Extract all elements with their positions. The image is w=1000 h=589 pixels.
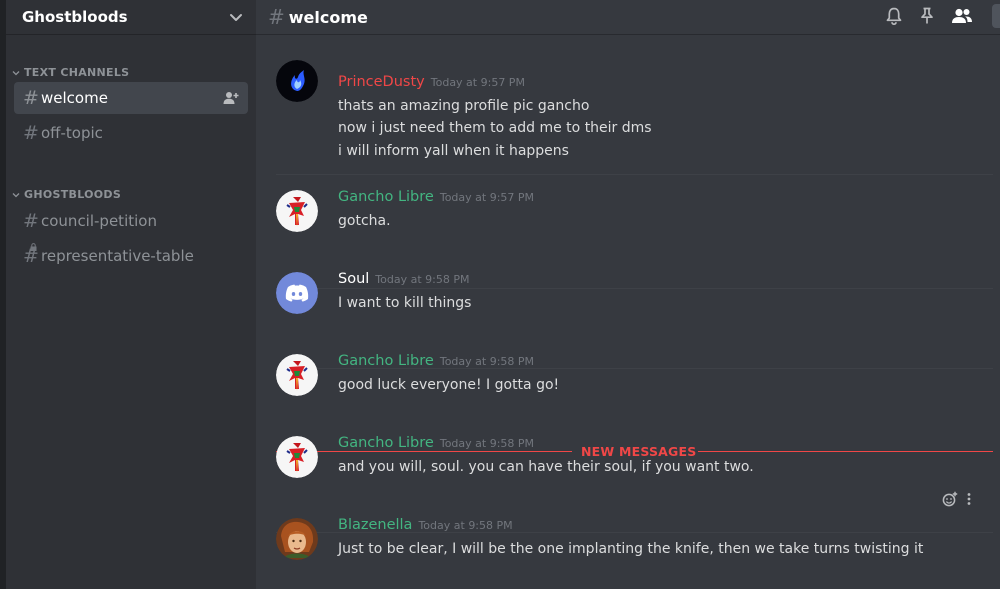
category-text-channels[interactable]: TEXT CHANNELS xyxy=(6,66,256,79)
channel-off-topic[interactable]: # off-topic xyxy=(14,117,248,149)
members-icon[interactable] xyxy=(950,6,974,26)
red-figure-avatar-icon xyxy=(276,190,318,232)
locked-hash-icon: # xyxy=(23,243,39,267)
hash-icon: # xyxy=(23,210,39,232)
guild-header[interactable]: Ghostbloods xyxy=(6,0,256,34)
message-author[interactable]: Gancho Libre xyxy=(338,435,434,451)
channel-label: council-petition xyxy=(41,212,157,230)
channel-title: welcome xyxy=(288,7,368,27)
message-author[interactable]: Soul xyxy=(338,271,369,287)
avatar[interactable] xyxy=(276,436,318,478)
message-actions xyxy=(942,491,972,507)
hash-icon: # xyxy=(268,5,285,29)
add-reaction-icon[interactable] xyxy=(942,491,958,507)
chevron-down-icon xyxy=(12,70,20,75)
red-figure-avatar-icon xyxy=(276,354,318,396)
message-divider xyxy=(276,288,993,289)
category-label: GHOSTBLOODS xyxy=(24,188,122,201)
message-line: now i just need them to add me to their … xyxy=(338,120,652,136)
avatar[interactable] xyxy=(276,60,318,102)
red-figure-avatar-icon xyxy=(276,436,318,478)
channel-council-petition[interactable]: # council-petition xyxy=(14,205,248,237)
hash-icon: # xyxy=(23,87,39,109)
avatar[interactable] xyxy=(276,190,318,232)
more-options-icon[interactable] xyxy=(966,491,972,507)
chevron-down-icon[interactable] xyxy=(228,9,244,25)
avatar[interactable] xyxy=(276,354,318,396)
message-timestamp: Today at 9:57 PM xyxy=(439,191,535,204)
channel-representative-table[interactable]: # representative-table xyxy=(14,240,248,272)
message-line: gotcha. xyxy=(338,213,391,229)
message-timestamp: Today at 9:58 PM xyxy=(439,437,535,450)
message-author[interactable]: Blazenella xyxy=(338,517,412,533)
message-line: Just to be clear, I will be the one impl… xyxy=(338,541,924,557)
avatar[interactable] xyxy=(276,272,318,314)
message-divider xyxy=(276,174,993,175)
message-line: thats an amazing profile pic gancho xyxy=(338,98,590,114)
message-timestamp: Today at 9:58 PM xyxy=(439,355,535,368)
discord-window: Ghostbloods TEXT CHANNELS # welcome # of… xyxy=(0,0,1000,589)
message-timestamp: Today at 9:58 PM xyxy=(375,273,470,286)
channel-label: representative-table xyxy=(41,247,194,265)
channel-header: # welcome xyxy=(256,0,1000,34)
channel-label: off-topic xyxy=(41,124,103,142)
message-line: I want to kill things xyxy=(338,295,472,311)
invite-member-icon[interactable] xyxy=(222,89,240,107)
guild-name: Ghostbloods xyxy=(22,8,128,26)
message-timestamp: Today at 9:57 PM xyxy=(430,76,525,89)
chevron-down-icon xyxy=(12,192,20,197)
channel-label: welcome xyxy=(41,89,108,107)
message-line: and you will, soul. you can have their s… xyxy=(338,459,754,475)
discord-default-avatar-icon xyxy=(276,272,318,314)
channel-sidebar: Ghostbloods TEXT CHANNELS # welcome # of… xyxy=(0,0,256,589)
pin-icon[interactable] xyxy=(918,6,936,26)
portrait-avatar-icon xyxy=(276,518,318,560)
hash-icon: # xyxy=(23,122,39,144)
bell-icon[interactable] xyxy=(884,6,904,26)
message-line: i will inform yall when it happens xyxy=(338,143,569,159)
search-box-edge[interactable] xyxy=(992,4,1000,28)
category-ghostbloods[interactable]: GHOSTBLOODS xyxy=(6,188,256,201)
message-author[interactable]: Gancho Libre xyxy=(338,353,434,369)
message-author[interactable]: Gancho Libre xyxy=(338,189,434,205)
chat-area: # welcome PrinceDusty Today at 9:57 PM t… xyxy=(256,0,1000,589)
avatar[interactable] xyxy=(276,518,318,560)
category-label: TEXT CHANNELS xyxy=(24,66,130,79)
channel-welcome[interactable]: # welcome xyxy=(14,82,248,114)
blue-flame-avatar-icon xyxy=(276,60,318,102)
message-timestamp: Today at 9:58 PM xyxy=(418,519,513,532)
new-messages-label: NEW MESSAGES xyxy=(581,444,697,459)
message-author[interactable]: PrinceDusty xyxy=(338,74,425,90)
message-line: good luck everyone! I gotta go! xyxy=(338,377,560,393)
